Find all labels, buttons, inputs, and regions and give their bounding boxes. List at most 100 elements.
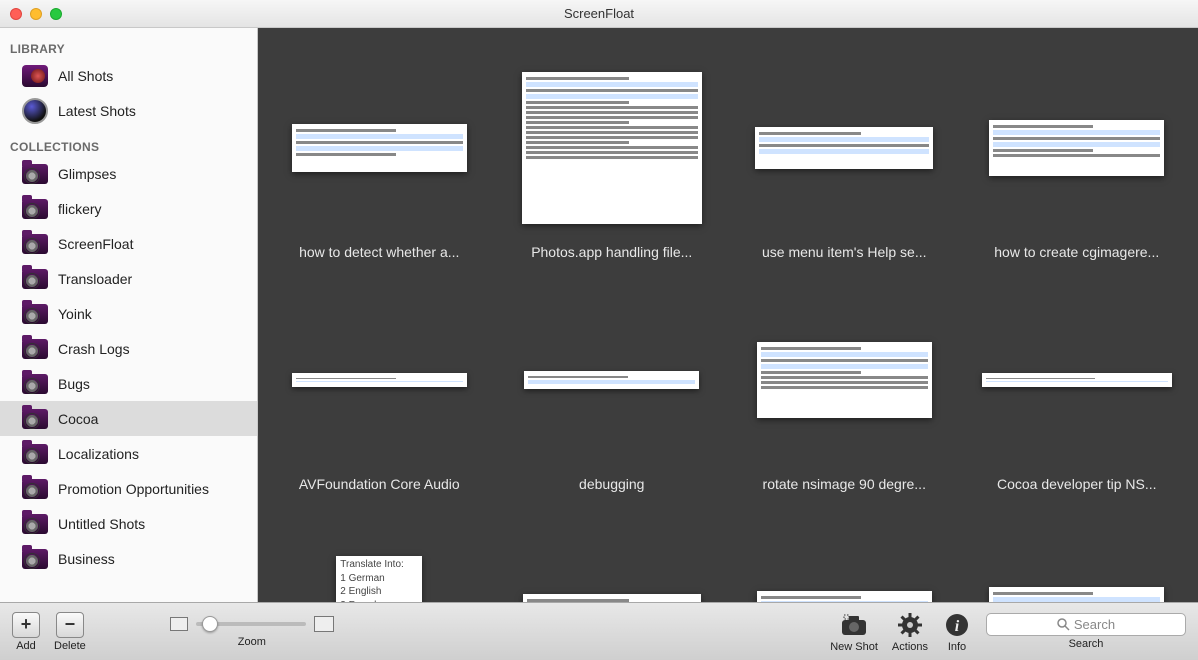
smart-folder-icon <box>22 199 48 219</box>
search-input[interactable]: Search <box>986 613 1186 636</box>
sidebar-item-label: Yoink <box>58 306 92 322</box>
shot-thumbnail <box>292 124 467 172</box>
shots-grid: how to detect whether a... Photos.app han… <box>278 58 1178 602</box>
camera-icon <box>839 611 869 639</box>
sidebar-item-transloader[interactable]: Transloader <box>0 261 257 296</box>
sidebar-item-business[interactable]: Business <box>0 541 257 576</box>
gear-icon <box>895 611 925 639</box>
shot-caption: how to create cgimagere... <box>994 244 1159 260</box>
smart-folder-icon <box>22 444 48 464</box>
window-title: ScreenFloat <box>0 6 1198 21</box>
smart-folder-icon <box>22 234 48 254</box>
info-button[interactable]: i Info <box>942 611 972 653</box>
shot-caption: how to detect whether a... <box>299 244 459 260</box>
camera-icon <box>22 65 48 87</box>
sidebar-item-label: Crash Logs <box>58 341 130 357</box>
sidebar-item-promotion-opportunities[interactable]: Promotion Opportunities <box>0 471 257 506</box>
zoom-slider-knob[interactable] <box>202 616 218 632</box>
shot-cell[interactable]: Photos.app handling file... <box>511 58 714 260</box>
sidebar-section-library: LIBRARY <box>0 38 257 58</box>
add-button[interactable]: + Add <box>12 612 40 652</box>
actions-button[interactable]: Actions <box>892 611 928 653</box>
toolbar: + Add − Delete Zoom New Shot Actions i I… <box>0 602 1198 660</box>
sidebar-item-label: Latest Shots <box>58 103 136 119</box>
shot-thumbnail <box>292 373 467 387</box>
sidebar-item-cocoa[interactable]: Cocoa <box>0 401 257 436</box>
minus-icon: − <box>56 612 84 638</box>
shot-cell[interactable]: how to detect whether a... <box>278 58 481 260</box>
search-icon <box>1057 618 1070 631</box>
shot-thumbnail <box>982 373 1172 387</box>
new-shot-button[interactable]: New Shot <box>830 611 878 653</box>
sidebar-item-untitled-shots[interactable]: Untitled Shots <box>0 506 257 541</box>
sidebar-item-label: Promotion Opportunities <box>58 481 209 497</box>
zoom-control: Zoom <box>170 616 334 648</box>
sidebar-item-screenfloat[interactable]: ScreenFloat <box>0 226 257 261</box>
svg-text:i: i <box>955 618 960 635</box>
shot-cell[interactable] <box>511 522 714 602</box>
smart-folder-icon <box>22 374 48 394</box>
toolbar-label: Search <box>1069 638 1104 650</box>
shot-thumbnail <box>524 371 699 389</box>
shot-cell[interactable]: AVFoundation Core Audio <box>278 290 481 492</box>
shot-cell[interactable]: rotate nsimage 90 degre... <box>743 290 946 492</box>
shot-thumbnail <box>522 72 702 224</box>
toolbar-label: Actions <box>892 641 928 653</box>
toolbar-label: New Shot <box>830 641 878 653</box>
plus-icon: + <box>12 612 40 638</box>
sidebar-item-label: Untitled Shots <box>58 516 145 532</box>
sidebar-item-label: flickery <box>58 201 102 217</box>
toolbar-label: Add <box>16 640 36 652</box>
sidebar-item-glimpses[interactable]: Glimpses <box>0 156 257 191</box>
shot-cell[interactable]: use menu item's Help se... <box>743 58 946 260</box>
shot-thumbnail: Translate Into:1 German2 English3 French… <box>336 556 422 602</box>
sidebar-item-label: Bugs <box>58 376 90 392</box>
sidebar-item-label: Business <box>58 551 115 567</box>
smart-folder-icon <box>22 269 48 289</box>
sidebar-section-collections: COLLECTIONS <box>0 136 257 156</box>
sidebar-item-localizations[interactable]: Localizations <box>0 436 257 471</box>
sidebar-item-bugs[interactable]: Bugs <box>0 366 257 401</box>
sidebar-item-yoink[interactable]: Yoink <box>0 296 257 331</box>
shot-cell[interactable]: Translate Into:1 German2 English3 French… <box>278 522 481 602</box>
zoom-slider[interactable] <box>196 622 306 626</box>
shot-cell[interactable]: Cocoa developer tip NS... <box>976 290 1179 492</box>
toolbar-label: Zoom <box>238 636 266 648</box>
sidebar-item-flickery[interactable]: flickery <box>0 191 257 226</box>
info-icon: i <box>942 611 972 639</box>
toolbar-label: Delete <box>54 640 86 652</box>
shot-thumbnail <box>757 342 932 418</box>
shot-cell[interactable] <box>976 522 1179 602</box>
clock-icon <box>22 98 48 124</box>
shot-caption: rotate nsimage 90 degre... <box>763 476 926 492</box>
sidebar-item-label: Transloader <box>58 271 132 287</box>
sidebar-item-label: Localizations <box>58 446 139 462</box>
shot-cell[interactable]: how to create cgimagere... <box>976 58 1179 260</box>
shot-thumbnail <box>989 120 1164 176</box>
sidebar-item-label: Glimpses <box>58 166 116 182</box>
shot-thumbnail <box>755 127 933 169</box>
smart-folder-icon <box>22 479 48 499</box>
sidebar-item-label: ScreenFloat <box>58 236 133 252</box>
smart-folder-icon <box>22 549 48 569</box>
shot-caption: Photos.app handling file... <box>531 244 692 260</box>
sidebar-item-label: Cocoa <box>58 411 98 427</box>
shot-thumbnail <box>989 587 1164 602</box>
smart-folder-icon <box>22 514 48 534</box>
delete-button[interactable]: − Delete <box>54 612 86 652</box>
toolbar-label: Info <box>948 641 966 653</box>
sidebar-item-crash-logs[interactable]: Crash Logs <box>0 331 257 366</box>
shot-thumbnail <box>523 594 701 602</box>
smart-folder-icon <box>22 409 48 429</box>
shot-cell[interactable]: debugging <box>511 290 714 492</box>
sidebar-item-latest-shots[interactable]: Latest Shots <box>0 93 257 128</box>
sidebar-item-all-shots[interactable]: All Shots <box>0 58 257 93</box>
shot-caption: use menu item's Help se... <box>762 244 927 260</box>
content-area: how to detect whether a... Photos.app han… <box>258 28 1198 602</box>
zoom-in-icon[interactable] <box>314 616 334 632</box>
shot-cell[interactable] <box>743 522 946 602</box>
shot-thumbnail <box>757 591 932 602</box>
sidebar-item-label: All Shots <box>58 68 113 84</box>
zoom-out-icon[interactable] <box>170 617 188 631</box>
shot-caption: Cocoa developer tip NS... <box>997 476 1157 492</box>
